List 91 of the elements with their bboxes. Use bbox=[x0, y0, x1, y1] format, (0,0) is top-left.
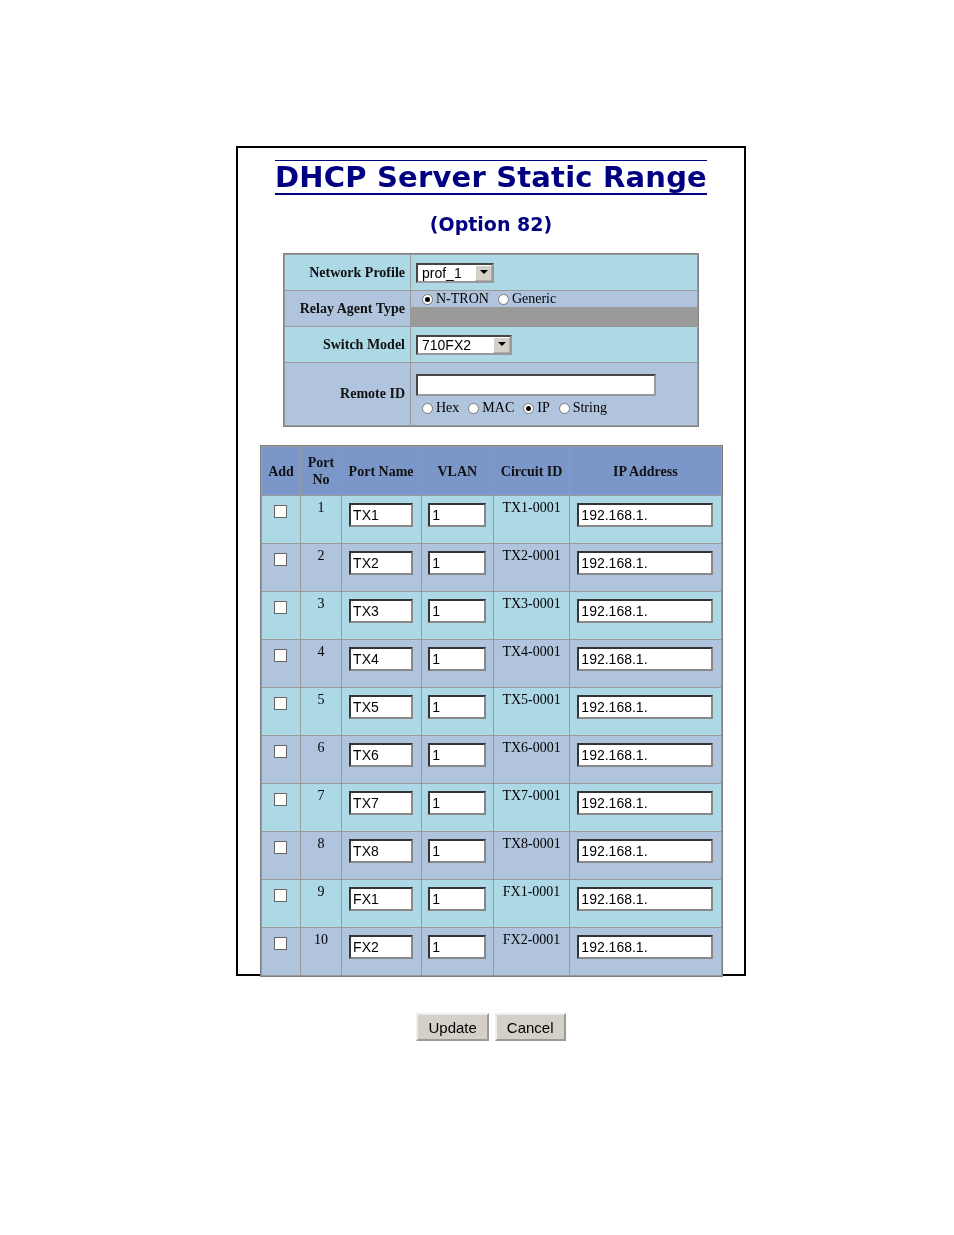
caret-icon bbox=[479, 270, 488, 275]
vlan-field[interactable]: 1 bbox=[428, 935, 487, 959]
table-cell: TX2-0001 bbox=[502, 548, 561, 563]
table-cell: TX5-0001 bbox=[502, 692, 561, 707]
vlan-field[interactable]: 1 bbox=[428, 503, 487, 527]
table-cell: 5 bbox=[317, 692, 325, 707]
table-cell: 7 bbox=[317, 788, 325, 803]
ip-address-field[interactable]: 192.168.1. bbox=[577, 887, 714, 911]
add-checkbox[interactable] bbox=[274, 841, 288, 854]
vlan-field[interactable]: 1 bbox=[428, 791, 487, 815]
radio-label: Generic bbox=[511, 291, 557, 307]
table-cell: TX7-0001 bbox=[502, 788, 561, 803]
port-name-field[interactable]: TX2 bbox=[349, 551, 414, 575]
port-name-field[interactable]: TX7 bbox=[349, 791, 414, 815]
column-header: Circuit ID bbox=[494, 447, 570, 495]
ip-address-field[interactable]: 192.168.1. bbox=[577, 647, 714, 671]
action-button[interactable]: Cancel bbox=[494, 1013, 566, 1041]
page-title: DHCP Server Static Range bbox=[275, 160, 707, 195]
add-checkbox[interactable] bbox=[274, 889, 288, 902]
ip-address-field[interactable]: 192.168.1. bbox=[577, 551, 714, 575]
radio-label: N-TRON bbox=[436, 291, 489, 307]
ip-address-field[interactable]: 192.168.1. bbox=[577, 743, 714, 767]
radio-button[interactable] bbox=[523, 402, 535, 414]
add-checkbox[interactable] bbox=[274, 553, 288, 566]
field-label: Switch Model bbox=[285, 327, 410, 362]
table-cell: FX1-0001 bbox=[502, 884, 561, 899]
field-label: Network Profile bbox=[285, 255, 410, 290]
vlan-field[interactable]: 1 bbox=[428, 599, 487, 623]
field-label: Relay Agent Type bbox=[285, 291, 410, 326]
table-cell: TX4-0001 bbox=[502, 644, 561, 659]
port-name-field[interactable]: TX4 bbox=[349, 647, 414, 671]
ip-address-field[interactable]: 192.168.1. bbox=[577, 599, 714, 623]
field-label: Remote ID bbox=[285, 363, 410, 425]
remote-id-field[interactable] bbox=[416, 374, 656, 396]
column-header: Add bbox=[261, 447, 301, 495]
port-name-field[interactable]: TX8 bbox=[349, 839, 414, 863]
table-cell: TX8-0001 bbox=[502, 836, 561, 851]
port-name-field[interactable]: FX1 bbox=[349, 887, 414, 911]
ip-address-field[interactable]: 192.168.1. bbox=[577, 503, 714, 527]
column-header: Port No bbox=[301, 447, 341, 495]
caret-icon bbox=[497, 342, 506, 347]
radio-label: String bbox=[572, 400, 607, 416]
add-checkbox[interactable] bbox=[274, 649, 288, 662]
page-subtitle: (Option 82) bbox=[429, 213, 553, 235]
table-cell: 9 bbox=[317, 884, 325, 899]
table-cell: FX2-0001 bbox=[502, 932, 561, 947]
add-checkbox[interactable] bbox=[274, 505, 288, 518]
table-cell: 6 bbox=[317, 740, 325, 755]
port-name-field[interactable]: FX2 bbox=[349, 935, 414, 959]
add-checkbox[interactable] bbox=[274, 601, 288, 614]
radio-button[interactable] bbox=[558, 402, 570, 414]
add-checkbox[interactable] bbox=[274, 793, 288, 806]
port-name-field[interactable]: TX5 bbox=[349, 695, 414, 719]
table-cell: 3 bbox=[317, 596, 325, 611]
vlan-field[interactable]: 1 bbox=[428, 887, 487, 911]
ip-address-field[interactable]: 192.168.1. bbox=[577, 791, 714, 815]
ip-address-field[interactable]: 192.168.1. bbox=[577, 935, 714, 959]
action-button[interactable]: Update bbox=[416, 1013, 489, 1041]
radio-button[interactable] bbox=[497, 293, 509, 305]
port-name-field[interactable]: TX3 bbox=[349, 599, 414, 623]
vlan-field[interactable]: 1 bbox=[428, 647, 487, 671]
vlan-field[interactable]: 1 bbox=[428, 695, 487, 719]
column-header: IP Address bbox=[570, 447, 721, 495]
table-cell: 8 bbox=[317, 836, 325, 851]
radio-label: Hex bbox=[436, 400, 460, 416]
table-cell: 10 bbox=[314, 932, 328, 947]
radio-label: IP bbox=[537, 400, 550, 416]
table-cell: 1 bbox=[317, 500, 325, 515]
table-cell: 2 bbox=[317, 548, 325, 563]
add-checkbox[interactable] bbox=[274, 937, 288, 950]
ip-address-field[interactable]: 192.168.1. bbox=[577, 695, 714, 719]
vlan-field[interactable]: 1 bbox=[428, 743, 487, 767]
table-cell: TX3-0001 bbox=[502, 596, 561, 611]
add-checkbox[interactable] bbox=[274, 697, 288, 710]
vlan-field[interactable]: 1 bbox=[428, 839, 487, 863]
vlan-field[interactable]: 1 bbox=[428, 551, 487, 575]
port-name-field[interactable]: TX1 bbox=[349, 503, 414, 527]
table-cell: TX6-0001 bbox=[502, 740, 561, 755]
table-cell: 4 bbox=[317, 644, 325, 659]
column-header: Port Name bbox=[341, 447, 421, 495]
radio-button[interactable] bbox=[422, 402, 433, 414]
column-header: VLAN bbox=[421, 447, 493, 495]
dropdown[interactable]: prof_1 bbox=[416, 262, 494, 283]
ip-address-field[interactable]: 192.168.1. bbox=[577, 839, 714, 863]
radio-label: MAC bbox=[482, 400, 515, 416]
radio-button[interactable] bbox=[422, 293, 433, 305]
dropdown[interactable]: 710FX2 bbox=[416, 334, 512, 355]
port-name-field[interactable]: TX6 bbox=[349, 743, 414, 767]
add-checkbox[interactable] bbox=[274, 745, 288, 758]
table-cell: TX1-0001 bbox=[502, 500, 561, 515]
radio-button[interactable] bbox=[468, 402, 480, 414]
